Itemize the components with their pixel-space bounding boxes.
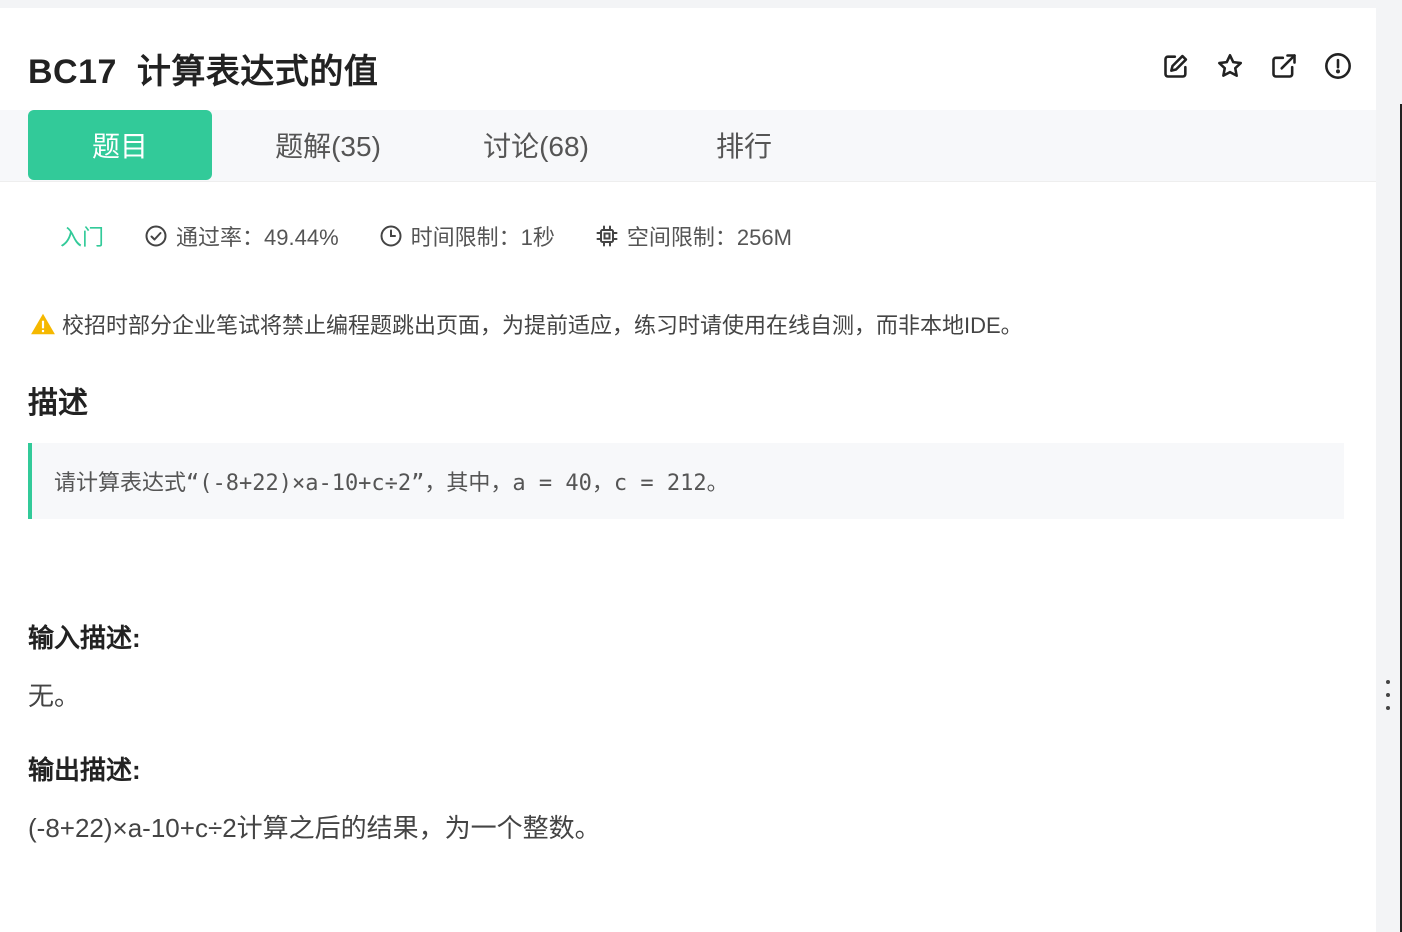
output-text: (-8+22)×a-10+c÷2计算之后的结果，为一个整数。: [28, 813, 601, 843]
time-limit: 时间限制：1秒: [379, 220, 555, 252]
input-heading: 输入描述:: [28, 623, 141, 653]
tab-solutions[interactable]: 题解(35): [236, 110, 420, 180]
report-button[interactable]: [1322, 50, 1354, 82]
more-options-icon[interactable]: [1385, 680, 1391, 710]
toolbar: [1160, 50, 1354, 82]
right-gutter: [1376, 0, 1402, 932]
time-limit-text: 时间限制：1秒: [410, 225, 555, 250]
warning-icon: [31, 313, 55, 335]
favorite-button[interactable]: [1214, 50, 1246, 82]
memory-limit: 空间限制：256M: [595, 220, 792, 252]
page-title: BC17 计算表达式的值: [28, 52, 379, 91]
difficulty-badge: 入门: [60, 225, 105, 250]
input-text: 无。: [28, 681, 81, 711]
pass-rate: 通过率：49.44%: [144, 220, 339, 252]
pass-rate-text: 通过率：49.44%: [176, 225, 339, 250]
external-link-icon: [1272, 54, 1296, 78]
chip-icon: [596, 225, 618, 247]
description-heading: 描述: [28, 387, 88, 420]
description-text: 请计算表达式“(-8+22)×a-10+c÷2”，其中，a = 40，c = 2…: [54, 471, 729, 496]
notice-text: 校招时部分企业笔试将禁止编程题跳出页面，为提前适应，练习时请使用在线自测，而非本…: [62, 313, 1023, 338]
tab-problem[interactable]: 题目: [28, 110, 212, 180]
check-circle-icon: [145, 225, 167, 247]
tab-ranking[interactable]: 排行: [652, 110, 836, 180]
output-heading: 输出描述:: [28, 755, 141, 785]
exam-notice: 校招时部分企业笔试将禁止编程题跳出页面，为提前适应，练习时请使用在线自测，而非本…: [30, 308, 1023, 340]
clock-icon: [380, 225, 402, 247]
memory-limit-text: 空间限制：256M: [626, 225, 792, 250]
alert-circle-icon: [1325, 53, 1351, 79]
edit-icon: [1164, 54, 1188, 78]
tab-bar: 题目 题解(35) 讨论(68) 排行: [0, 110, 1376, 182]
open-external-button[interactable]: [1268, 50, 1300, 82]
star-icon: [1217, 53, 1243, 77]
problem-meta: 入门 通过率：49.44% 时间限制：1秒 空间限制：256M: [60, 218, 832, 254]
tab-discussion[interactable]: 讨论(68): [444, 110, 628, 180]
edit-button[interactable]: [1160, 50, 1192, 82]
problem-header: BC17 计算表达式的值: [28, 40, 378, 96]
description-blockquote: 请计算表达式“(-8+22)×a-10+c÷2”，其中，a = 40，c = 2…: [28, 443, 1344, 519]
